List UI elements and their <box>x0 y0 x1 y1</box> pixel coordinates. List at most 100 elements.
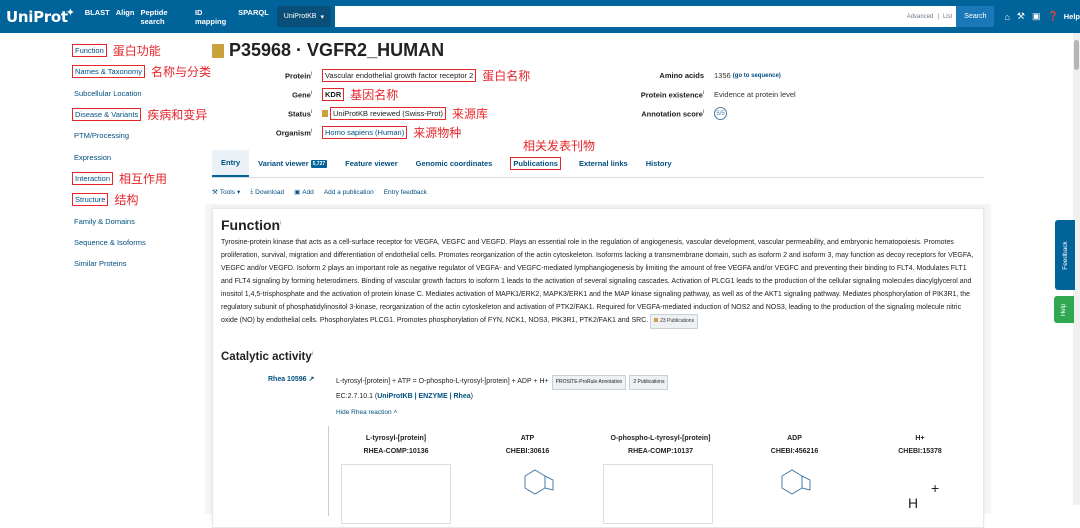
compound-3: O-phospho-L-tyrosyl-[protein] RHEA-COMP:1… <box>598 435 723 455</box>
chevron-down-icon: ▾ <box>320 13 324 21</box>
compound-name: ATP <box>520 435 535 442</box>
rhea-id-text: Rhea 10596 <box>268 376 307 383</box>
sidebar-item-label: Expression <box>74 152 112 162</box>
info-icon[interactable]: i <box>703 109 704 115</box>
cart-icon[interactable]: ▣ <box>1032 11 1041 22</box>
tab-feature-viewer[interactable]: Feature viewer <box>336 150 407 177</box>
tab-label: Entry <box>221 158 241 167</box>
prosite-badge[interactable]: PROSITE-ProRule Annotation <box>551 375 627 390</box>
entry-toolbar: ⚒ Tools ▾ ⤓ Download ▣ Add Add a publication… <box>212 188 427 196</box>
function-heading: Functioni <box>221 217 281 233</box>
compound-name: H+ <box>915 435 925 442</box>
sidebar-item-label: Subcellular Location <box>74 88 142 98</box>
compound-id: CHEBI:15378 <box>898 448 942 455</box>
tab-label: Feature viewer <box>345 159 398 168</box>
list-link[interactable]: List <box>943 14 952 20</box>
sidebar-item-family-domains[interactable]: Family & Domains <box>72 210 222 231</box>
tab-external-links[interactable]: External links <box>570 150 637 177</box>
rhea-link[interactable]: Rhea 10596 ↗ <box>268 375 314 383</box>
tab-variant-viewer[interactable]: Variant viewer 5,727 <box>249 150 336 177</box>
info-icon[interactable]: i <box>311 109 312 115</box>
database-select[interactable]: UniProtKB ▾ <box>276 6 331 27</box>
search-button[interactable]: Search <box>956 6 995 27</box>
ec-end: ) <box>470 393 473 400</box>
tools-button[interactable]: ⚒ Tools ▾ <box>212 188 240 197</box>
sidebar-item-names-taxonomy[interactable]: Names & Taxonomy 名称与分类 <box>72 61 222 82</box>
status-row: Statusi UniProtKB reviewed (Swiss-Prot) 来… <box>216 104 530 123</box>
sidebar-item-similar-proteins[interactable]: Similar Proteins <box>72 253 222 274</box>
info-icon[interactable]: i <box>312 351 313 357</box>
feedback-tab[interactable]: Feedback <box>1055 220 1075 290</box>
feedback-label: Feedback <box>1061 240 1069 270</box>
help-label: Help <box>1061 303 1067 316</box>
advanced-link[interactable]: Advanced <box>907 14 934 20</box>
info-icon[interactable]: i <box>703 90 704 96</box>
info-icon[interactable]: i <box>311 128 312 134</box>
existence-value: Evidence at protein level <box>714 90 796 99</box>
download-label: Download <box>255 188 285 196</box>
scrollbar-thumb[interactable] <box>1074 40 1079 70</box>
download-button[interactable]: ⤓ Download <box>250 188 284 196</box>
sidebar: Function 蛋白功能 Names & Taxonomy 名称与分类 Subce… <box>72 40 222 274</box>
sidebar-item-label: Interaction <box>72 171 114 185</box>
nav-align[interactable]: Align <box>116 8 135 26</box>
sidebar-item-sequence-isoforms[interactable]: Sequence & Isoforms <box>72 232 222 253</box>
entry-properties: Proteini Vascular endothelial growth fac… <box>216 66 530 142</box>
tab-publications[interactable]: Publications <box>501 150 570 177</box>
compound-id: RHEA-COMP:10136 <box>363 448 429 455</box>
tab-history[interactable]: History <box>637 150 681 177</box>
annotation-text: 结构 <box>114 193 139 208</box>
entry-feedback-button[interactable]: Entry feedback <box>384 188 427 196</box>
nav-peptide-search[interactable]: Peptide search <box>140 8 189 26</box>
tab-label: Genomic coordinates <box>415 159 493 168</box>
sidebar-item-label: Sequence & Isoforms <box>74 237 146 247</box>
organism-label: Organism <box>275 128 311 138</box>
sidebar-item-label: Similar Proteins <box>74 259 127 269</box>
sidebar-item-disease-variants[interactable]: Disease & Variants 疾病和变异 <box>72 104 222 125</box>
help-tab[interactable]: Help <box>1054 296 1074 323</box>
tab-entry[interactable]: Entry <box>212 150 250 177</box>
basket-icon[interactable]: ⌂ <box>1004 12 1009 22</box>
nav-id-mapping[interactable]: ID mapping <box>195 8 232 26</box>
search-input[interactable]: Advanced | List <box>335 6 957 27</box>
nav-sparql[interactable]: SPARQL <box>238 8 269 26</box>
info-icon[interactable]: i <box>311 90 312 96</box>
function-heading-text: Function <box>221 217 281 233</box>
tab-genomic-coordinates[interactable]: Genomic coordinates <box>407 150 502 177</box>
add-label: Add <box>302 188 314 196</box>
function-text: Tyrosine-protein kinase that acts as a c… <box>221 239 974 325</box>
help-icon[interactable]: ❓ <box>1048 11 1059 22</box>
publications-badge[interactable]: 23 Publications <box>650 314 699 330</box>
entry-properties-right: Amino acids 1356 (go to sequence) Protei… <box>600 66 796 123</box>
sidebar-item-structure[interactable]: Structure 结构 <box>72 189 222 210</box>
info-icon[interactable]: i <box>280 220 281 226</box>
rhea-equation: L-tyrosyl-[protein] + ATP = O-phospho-L-… <box>336 375 669 403</box>
goto-sequence-link[interactable]: (go to sequence) <box>733 73 781 79</box>
logo-star-icon: ✦ <box>65 5 75 19</box>
add-button[interactable]: ▣ Add <box>294 188 314 197</box>
uniprot-logo[interactable]: UniProt ✦ <box>6 5 75 26</box>
annotation-row: Annotation scorei 5/5 <box>600 104 796 123</box>
info-icon[interactable]: i <box>311 71 312 77</box>
add-publication-button[interactable]: Add a publication <box>324 188 374 196</box>
compound-1: L-tyrosyl-[protein] RHEA-COMP:10136 <box>340 435 452 455</box>
ec-links[interactable]: UniProtKB | ENZYME | Rhea <box>377 393 470 400</box>
sidebar-item-subcellular-location[interactable]: Subcellular Location <box>72 83 222 104</box>
sidebar-item-expression[interactable]: Expression <box>72 146 222 167</box>
annotation-text: 疾病和变异 <box>147 108 208 123</box>
sidebar-item-function[interactable]: Function 蛋白功能 <box>72 40 222 61</box>
existence-row: Protein existencei Evidence at protein l… <box>600 85 796 104</box>
tab-label: Publications <box>510 157 561 170</box>
sidebar-item-ptm-processing[interactable]: PTM/Processing <box>72 125 222 146</box>
publications-badge[interactable]: 2 Publications <box>629 375 669 390</box>
amino-acids-row: Amino acids 1356 (go to sequence) <box>600 66 796 85</box>
gene-name: KDR <box>322 88 345 101</box>
sidebar-item-interaction[interactable]: Interaction 相互作用 <box>72 168 222 189</box>
protein-row: Proteini Vascular endothelial growth fac… <box>216 66 530 85</box>
organism-link[interactable]: Homo sapiens (Human) <box>322 126 408 139</box>
help-link[interactable]: Help <box>1064 12 1080 21</box>
tools-icon[interactable]: ⚒ <box>1017 11 1025 22</box>
hide-rhea-button[interactable]: Hide Rhea reaction ˄ <box>336 409 397 416</box>
nav-blast[interactable]: BLAST <box>85 8 110 26</box>
structure-image <box>341 464 451 524</box>
